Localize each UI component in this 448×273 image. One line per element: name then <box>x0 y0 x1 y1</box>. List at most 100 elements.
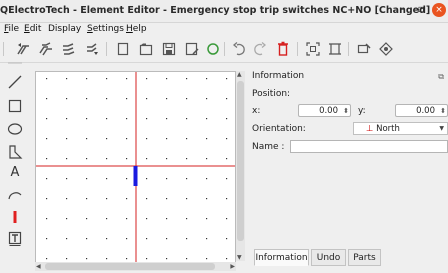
grid-dot <box>166 98 168 100</box>
grid-dot <box>226 178 228 180</box>
zoom-reset-icon[interactable] <box>327 41 343 57</box>
grid-dot <box>186 198 188 200</box>
grid-dot <box>166 258 168 260</box>
tab-information[interactable]: Information <box>254 249 309 266</box>
bring-front-icon[interactable] <box>38 41 54 57</box>
grid-dot <box>226 98 228 100</box>
open-icon[interactable] <box>138 41 154 57</box>
tab-undo[interactable]: Undo <box>311 249 346 266</box>
delete-icon[interactable] <box>275 41 291 57</box>
toolbar-separator <box>297 42 298 56</box>
undo-icon[interactable] <box>231 41 247 57</box>
grid-dot <box>166 118 168 120</box>
grid-dot <box>66 198 68 200</box>
grid-dot <box>86 98 88 100</box>
grid-dot <box>146 178 148 180</box>
scroll-left-icon[interactable]: ◀ <box>36 263 41 270</box>
float-panel-icon[interactable]: ⧉ <box>438 72 444 82</box>
grid-dot <box>66 98 68 100</box>
scroll-up-icon[interactable]: ▲ <box>237 71 242 78</box>
send-back-icon[interactable] <box>84 41 100 57</box>
menu-help[interactable]: Help <box>126 24 147 34</box>
close-button[interactable]: × <box>432 3 446 17</box>
toolbar-separator <box>224 42 225 56</box>
grid-dot <box>106 118 108 120</box>
zoom-fit-icon[interactable] <box>305 41 321 57</box>
menu-file-label: ile <box>8 24 20 34</box>
dynamic-text-icon[interactable] <box>5 228 25 248</box>
save-as-icon[interactable] <box>184 41 200 57</box>
menu-settings[interactable]: Settings <box>87 24 124 34</box>
grid-dot <box>66 78 68 80</box>
grid-dot <box>46 118 48 120</box>
spin-arrows-icon[interactable]: ⬍ <box>343 105 349 117</box>
text-icon[interactable]: A <box>5 163 25 183</box>
grid-dot <box>86 238 88 240</box>
grid-dot <box>126 118 128 120</box>
menu-file[interactable]: File <box>4 24 19 34</box>
vertical-scroll-thumb[interactable] <box>237 81 244 241</box>
grid-dot <box>86 118 88 120</box>
grid-dot <box>106 178 108 180</box>
grid-dot <box>106 138 108 140</box>
y-spinbox[interactable]: 0.00 ⬍ <box>395 104 448 117</box>
x-label: x: <box>252 106 261 116</box>
edit-info-icon[interactable] <box>378 41 394 57</box>
tool-palette: A <box>0 62 31 273</box>
grid-dot <box>46 238 48 240</box>
grid-dot <box>166 138 168 140</box>
polygon-icon[interactable] <box>5 142 25 162</box>
grid-dot <box>66 238 68 240</box>
grid-dot <box>126 98 128 100</box>
arc-icon[interactable] <box>5 185 25 205</box>
line-icon[interactable] <box>5 72 25 92</box>
ellipse-icon[interactable] <box>5 119 25 139</box>
chevron-down-icon[interactable]: ▼ <box>439 125 444 132</box>
x-spinbox[interactable]: 0.00 ⬍ <box>298 104 351 117</box>
tab-parts[interactable]: Parts <box>348 249 381 266</box>
grid-dot <box>126 238 128 240</box>
drawing-canvas[interactable] <box>35 71 236 263</box>
vertical-scrollbar[interactable]: ▲ ▼ <box>236 71 245 261</box>
minimize-button[interactable]: – <box>396 3 410 17</box>
terminal-part[interactable] <box>133 166 138 186</box>
grid-dot <box>126 198 128 200</box>
scroll-down-icon[interactable]: ▼ <box>237 254 242 261</box>
grid-dot <box>166 238 168 240</box>
grid-dot <box>186 78 188 80</box>
horizontal-scrollbar[interactable]: ◀ ▶ <box>35 262 236 271</box>
grid-dot <box>66 218 68 220</box>
terminal-icon[interactable] <box>5 207 25 227</box>
grid-dot <box>66 158 68 160</box>
panel-title: Information <box>252 71 305 81</box>
grid-dot <box>226 158 228 160</box>
orientation-select[interactable]: ⊥ North ▼ <box>353 122 448 135</box>
new-icon[interactable] <box>115 41 131 57</box>
spin-arrows-icon[interactable]: ⬍ <box>440 105 446 117</box>
edit-names-icon[interactable] <box>356 41 372 57</box>
scroll-right-icon[interactable]: ▶ <box>230 263 235 270</box>
grid-dot <box>86 178 88 180</box>
lower-icon[interactable] <box>61 41 77 57</box>
save-icon[interactable] <box>161 41 177 57</box>
y-value: 0.00 <box>416 106 435 116</box>
grid-dot <box>206 258 208 260</box>
maximize-button[interactable]: ▫ <box>414 3 428 17</box>
grid-dot <box>186 118 188 120</box>
redo-icon[interactable] <box>252 41 268 57</box>
menu-display[interactable]: Display <box>48 24 81 34</box>
horizontal-scroll-thumb[interactable] <box>45 263 215 270</box>
grid-dot <box>186 98 188 100</box>
grid-dot <box>46 138 48 140</box>
grid-dot <box>146 158 148 160</box>
grid-dot <box>226 78 228 80</box>
menu-edit[interactable]: Edit <box>24 24 41 34</box>
grid-dot <box>206 98 208 100</box>
rectangle-icon[interactable] <box>5 96 25 116</box>
grid-dot <box>186 238 188 240</box>
grid-dot <box>86 158 88 160</box>
name-field[interactable] <box>290 140 448 153</box>
window-title: QElectroTech - Element Editor - Emergenc… <box>0 5 431 16</box>
reload-icon[interactable] <box>205 41 221 57</box>
grid-dot <box>46 98 48 100</box>
